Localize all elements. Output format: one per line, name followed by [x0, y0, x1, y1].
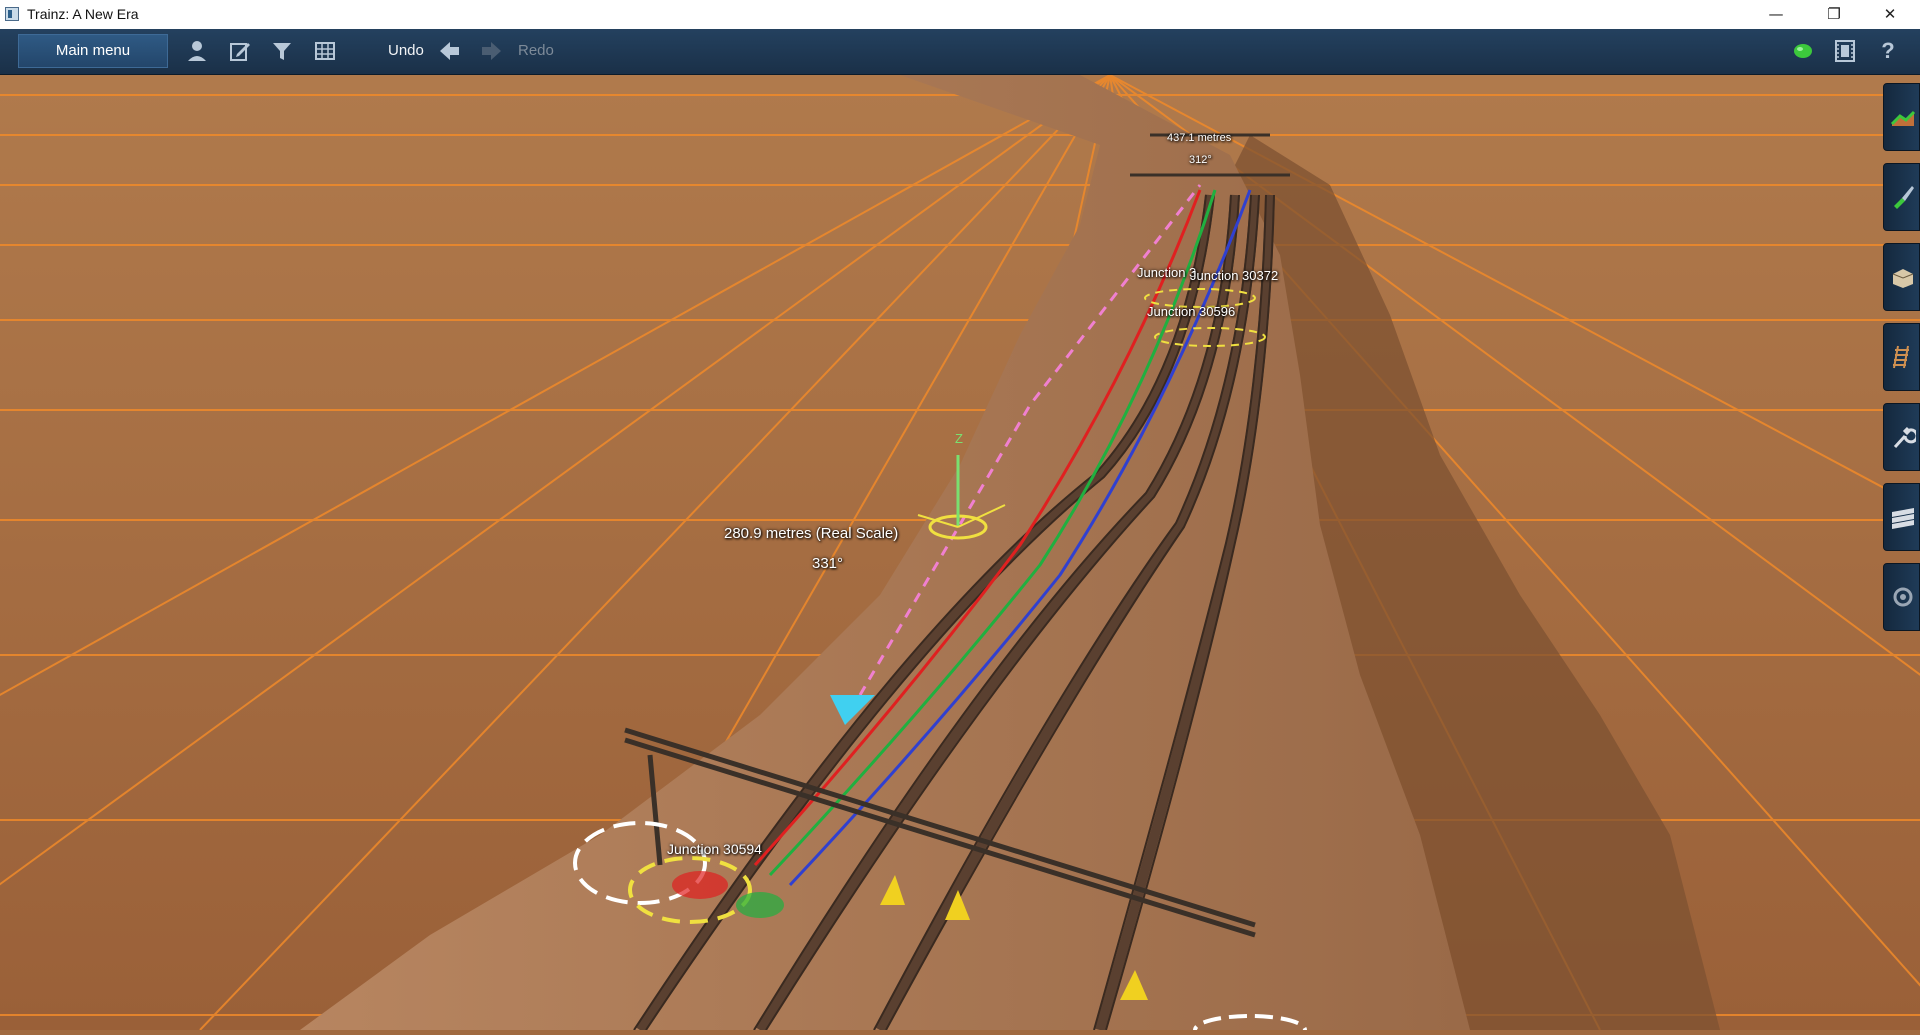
track-tool-icon: [1893, 345, 1909, 369]
junction-label-30596: Junction 30596: [1147, 304, 1236, 319]
terrain-tool-icon: [1890, 110, 1916, 126]
window-title: Trainz: A New Era: [27, 6, 139, 22]
editor-toolbar: Main menu Undo Redo ?: [0, 29, 1920, 75]
filter-icon[interactable]: [270, 39, 294, 63]
layers-tool-icon: [1892, 508, 1914, 529]
measurement-label-near: 280.9 metres (Real Scale): [724, 525, 899, 542]
status-indicator-icon: [1791, 39, 1815, 63]
redo-arrow-icon[interactable]: [479, 39, 503, 63]
film-icon[interactable]: [1833, 39, 1857, 63]
paint-tool-button[interactable]: [1883, 163, 1920, 231]
person-icon[interactable]: [185, 39, 209, 63]
minimize-button[interactable]: —: [1748, 0, 1804, 29]
help-icon[interactable]: ?: [1876, 39, 1900, 63]
main-menu-button[interactable]: Main menu: [18, 34, 168, 68]
close-button[interactable]: ✕: [1862, 0, 1918, 29]
junction-label-30372: Junction 30372: [1190, 268, 1279, 283]
junction-label-30594: Junction 30594: [667, 841, 762, 857]
settings-tool-button[interactable]: [1883, 563, 1920, 631]
grid-icon[interactable]: [313, 39, 337, 63]
wrench-tool-icon: [1893, 426, 1916, 449]
angle-label-near: 331°: [812, 555, 844, 572]
object-tool-icon: [1892, 269, 1914, 288]
viewport-3d[interactable]: Z 280.9 metres (Real Scale) 331° 437.1 m…: [0, 74, 1920, 1035]
redo-button[interactable]: Redo: [518, 42, 554, 59]
window-titlebar: Trainz: A New Era — ❐ ✕: [0, 0, 1920, 30]
undo-arrow-icon[interactable]: [438, 39, 462, 63]
angle-label-far: 312°: [1189, 154, 1212, 166]
track-tool-button[interactable]: [1883, 323, 1920, 391]
app-icon: [5, 7, 19, 21]
terrain-tool-button[interactable]: [1883, 83, 1920, 151]
object-tool-button[interactable]: [1883, 243, 1920, 311]
settings-tool-icon: [1893, 587, 1913, 607]
edit-icon[interactable]: [228, 39, 252, 63]
restore-button[interactable]: ❐: [1806, 0, 1862, 29]
svg-text:Z: Z: [955, 431, 963, 446]
scene-render: Z: [0, 74, 1920, 1035]
undo-button[interactable]: Undo: [388, 42, 424, 59]
junction-label-overlap: Junction 3: [1137, 265, 1197, 280]
wrench-tool-button[interactable]: [1883, 403, 1920, 471]
measurement-label-far: 437.1 metres: [1167, 132, 1232, 144]
layers-tool-button[interactable]: [1883, 483, 1920, 551]
paint-tool-icon: [1894, 186, 1914, 209]
